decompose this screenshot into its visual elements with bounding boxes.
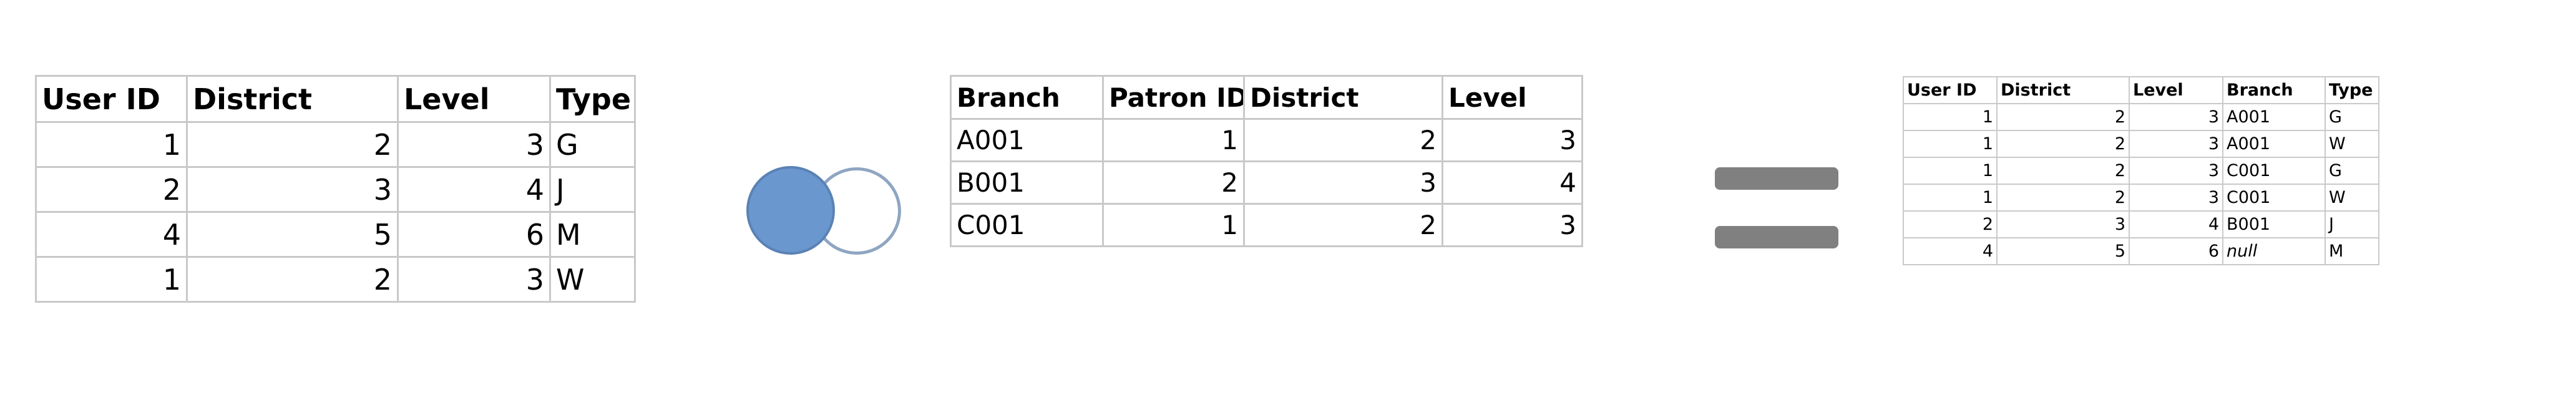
result-table: User ID District Level Branch Type 1 2 3… [1903,76,2379,265]
table-header-row: User ID District Level Branch Type [1903,76,2379,104]
column-header: User ID [35,75,188,123]
column-header: District [186,75,399,123]
column-header: Branch [950,75,1104,120]
table-cell: 1 [1102,203,1245,247]
table-cell: 2 [186,256,399,303]
column-header: District [1996,76,2130,104]
table-cell: 3 [397,121,551,168]
table-cell: C001 [950,203,1104,247]
table-cell: G [2325,103,2379,131]
table-cell: W [2325,184,2379,212]
table-cell: B001 [2222,210,2326,238]
table-cell: J [2325,210,2379,238]
column-header: User ID [1903,76,1998,104]
table-cell: 3 [2129,157,2223,185]
table-cell: 3 [1442,203,1583,247]
table-cell: W [549,256,636,303]
table-cell: C001 [2222,184,2326,212]
table-cell: 3 [1442,118,1583,162]
table-cell: 4 [2129,210,2223,238]
table-cell: 4 [397,166,551,213]
table-header-row: Branch Patron ID District Level [950,75,1583,120]
table-row: 1 2 3 G [35,121,636,168]
table-row: 1 2 3 W [35,256,636,303]
null-cell: null [2222,237,2326,265]
table-row: 4 5 6 null M [1903,237,2379,265]
table-cell: 3 [2129,103,2223,131]
table-cell: 4 [35,211,188,258]
table-cell: 6 [397,211,551,258]
table-cell: 2 [1903,210,1998,238]
column-header: Patron ID [1102,75,1245,120]
table-cell: 2 [1996,130,2130,158]
table-row: 1 2 3 C001 G [1903,157,2379,185]
table-cell: 4 [1903,237,1998,265]
table-cell: 2 [1996,157,2130,185]
table-cell: 3 [1243,160,1443,205]
table-row: 1 2 3 A001 W [1903,130,2379,158]
equals-top-bar [1715,167,1838,190]
column-header: Level [397,75,551,123]
table-cell: 1 [1903,184,1998,212]
table-cell: W [2325,130,2379,158]
table-cell: G [2325,157,2379,185]
table-cell: 2 [1243,118,1443,162]
table-row: 4 5 6 M [35,211,636,258]
table-cell: 4 [1442,160,1583,205]
column-header: District [1243,75,1443,120]
table-row: B001 2 3 4 [950,160,1583,205]
table-cell: 3 [397,256,551,303]
table-cell: J [549,166,636,213]
table-row: 1 2 3 C001 W [1903,184,2379,212]
column-header: Level [2129,76,2223,104]
column-header: Type [549,75,636,123]
table-cell: 2 [186,121,399,168]
table-cell: M [2325,237,2379,265]
table-cell: 1 [1102,118,1245,162]
table-row: 2 3 4 B001 J [1903,210,2379,238]
table-cell: 2 [1243,203,1443,247]
table-cell: 1 [1903,157,1998,185]
table-cell: 1 [1903,103,1998,131]
table-cell: 5 [186,211,399,258]
table-cell: 2 [1996,184,2130,212]
table-cell: 5 [1996,237,2130,265]
column-header: Level [1442,75,1583,120]
table-cell: B001 [950,160,1104,205]
table-cell: 1 [35,256,188,303]
left-table: User ID District Level Type 1 2 3 G 2 3 … [35,75,636,303]
table-cell: 6 [2129,237,2223,265]
table-cell: 1 [1903,130,1998,158]
table-cell: A001 [2222,130,2326,158]
table-cell: 2 [1996,103,2130,131]
table-cell: 3 [1996,210,2130,238]
table-row: A001 1 2 3 [950,118,1583,162]
table-cell: 3 [2129,130,2223,158]
table-cell: 3 [2129,184,2223,212]
table-cell: M [549,211,636,258]
table-cell: A001 [950,118,1104,162]
table-row: 2 3 4 J [35,166,636,213]
table-cell: 1 [35,121,188,168]
table-row: C001 1 2 3 [950,203,1583,247]
join-left-circle-icon [746,166,835,255]
table-cell: 3 [186,166,399,213]
equals-bottom-bar [1715,226,1838,248]
table-row: 1 2 3 A001 G [1903,103,2379,131]
column-header: Type [2325,76,2379,104]
table-cell: C001 [2222,157,2326,185]
table-cell: G [549,121,636,168]
middle-table: Branch Patron ID District Level A001 1 2… [950,75,1583,247]
table-cell: 2 [1102,160,1245,205]
table-cell: 2 [35,166,188,213]
table-header-row: User ID District Level Type [35,75,636,123]
table-cell: A001 [2222,103,2326,131]
column-header: Branch [2222,76,2326,104]
